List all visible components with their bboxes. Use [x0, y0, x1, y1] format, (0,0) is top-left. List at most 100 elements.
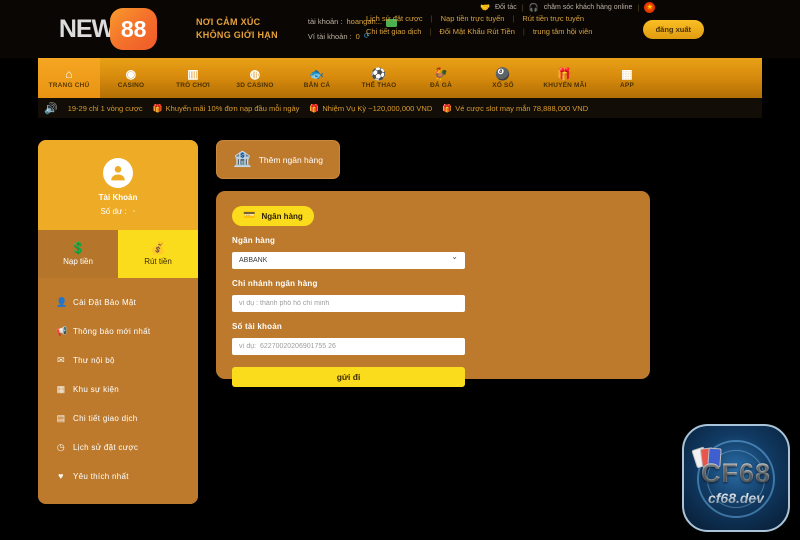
bank-select[interactable] — [232, 252, 465, 269]
wallet-action-tabs: 💲 Nạp tiền 💰 Rút tiền — [38, 230, 198, 278]
deposit-money-icon: 💲 — [70, 241, 86, 255]
bank-field-label: Ngân hàng — [232, 236, 276, 245]
nav-item-trò-chơi[interactable]: ▥ TRÒ CHƠI — [162, 58, 224, 98]
branch-field-label: Chi nhánh ngân hàng — [232, 279, 318, 288]
sidebar-tab-deposit[interactable]: 💲 Nạp tiền — [38, 230, 118, 278]
clock-icon: ◷ — [56, 442, 66, 452]
home-icon: ⌂ — [65, 66, 73, 81]
slogan-line-2: KHÔNG GIỚI HẠN — [196, 30, 278, 40]
sidebar-item-label: Thư nội bộ — [73, 356, 115, 365]
nav-item-app[interactable]: ▦ APP — [596, 58, 658, 98]
balance-label: Số dư : — [100, 207, 127, 216]
announcement-marquee: 🔊 19-29 chỉ 1 vòng cược 🎁 Khuyến mãi 10%… — [38, 98, 762, 118]
logo-badge-icon: 88 — [110, 8, 158, 50]
marquee-item-text: Nhiệm Vụ Kỳ ~120,000,000 VND — [322, 103, 433, 113]
account-title: Tài Khoản — [98, 193, 138, 202]
bank-form-panel: 💳 Ngân hàng Ngân hàng ⌄ Chi nhánh ngân h… — [216, 191, 650, 387]
sidebar-item-2[interactable]: ✉ Thư nội bộ — [38, 346, 198, 375]
account-card: Tài Khoản Số dư : ◔ — [38, 140, 198, 230]
account-number-field-label: Số tài khoản — [232, 322, 282, 331]
sidebar-item-label: Yêu thích nhất — [73, 471, 129, 481]
header-link-change-withdraw-password[interactable]: Đổi Mật Khẩu Rút Tiền — [431, 27, 522, 36]
sidebar-item-4[interactable]: ▤ Chi tiết giao dịch — [38, 404, 198, 433]
tab-bank[interactable]: 💳 Ngân hàng — [232, 206, 314, 226]
bank-add-icon: 🏦 — [233, 151, 252, 168]
top-header: NEW 88 NƠI CẢM XÚC KHÔNG GIỚI HẠN tài kh… — [0, 0, 800, 58]
nav-item-đá-gà[interactable]: 🐓 ĐÁ GÀ — [410, 58, 472, 98]
soccer-ball-icon: ⚽ — [371, 66, 387, 81]
nav-item-bắn-cá[interactable]: 🐟 BẮN CÁ — [286, 58, 348, 98]
nav-item-khuyến-mãi[interactable]: 🎁 KHUYẾN MÃI — [534, 58, 596, 98]
gift-icon: 🎁 — [152, 103, 163, 113]
utility-separator-2: | — [637, 3, 640, 12]
calendar-icon: ▦ — [56, 384, 66, 394]
sidebar-item-3[interactable]: ▦ Khu sự kiện — [38, 375, 198, 404]
nav-item-3d-casino[interactable]: ◍ 3D CASINO — [224, 58, 286, 98]
sidebar-item-label: Chi tiết giao dịch — [73, 414, 138, 423]
app-root: NEW 88 NƠI CẢM XÚC KHÔNG GIỚI HẠN tài kh… — [0, 0, 800, 540]
account-number-input[interactable] — [232, 338, 465, 355]
rooster-icon: 🐓 — [433, 66, 449, 81]
nav-item-casino[interactable]: ◉ CASINO — [100, 58, 162, 98]
header-link-bet-history[interactable]: Lịch sử đặt cược — [358, 14, 431, 23]
header-link-row-2: Chi tiết giao dịch | Đổi Mật Khẩu Rút Ti… — [358, 27, 600, 36]
sidebar-item-0[interactable]: 👤 Cài Đặt Bảo Mật — [38, 288, 198, 317]
fish-icon: 🐟 — [309, 66, 325, 81]
logout-button[interactable]: đăng xuất — [642, 20, 704, 39]
site-logo[interactable]: NEW 88 — [38, 8, 178, 50]
logo-text: NEW — [58, 14, 115, 43]
sidebar-item-label: Thông báo mới nhất — [73, 327, 151, 336]
marquee-item-text: Vé cược slot may mắn 78,888,000 VND — [455, 103, 589, 113]
sidebar-item-6[interactable]: ♥ Yêu thích nhất — [38, 462, 198, 490]
sidebar-tab-withdraw[interactable]: 💰 Rút tiền — [118, 230, 198, 278]
marquee-item: 🎁 Vé cược slot may mắn 78,888,000 VND — [442, 104, 588, 113]
gift-icon: 🎁 — [557, 66, 573, 81]
coin-icon: ◔ — [130, 207, 136, 216]
submit-button[interactable]: gửi đi — [232, 367, 465, 387]
lottery-balls-icon: 🎱 — [495, 66, 511, 81]
wallet-label: Ví tài khoản : — [307, 32, 352, 41]
marquee-item: 🎁 Nhiệm Vụ Kỳ ~120,000,000 VND — [309, 104, 432, 113]
sidebar-menu: 👤 Cài Đặt Bảo Mật 📢 Thông báo mới nhất ✉ Thư … — [38, 278, 198, 504]
sidebar-item-1[interactable]: 📢 Thông báo mới nhất — [38, 317, 198, 346]
withdraw-hand-icon: 💰 — [150, 241, 166, 255]
partner-link[interactable]: Đối tác — [495, 4, 517, 11]
bank-select-wrapper: ⌄ — [232, 249, 465, 269]
nav-item-trang-chủ[interactable]: ⌂ TRANG CHỦ — [38, 58, 100, 98]
add-bank-label: Thêm ngân hàng — [258, 154, 323, 165]
handshake-icon: 🤝 — [480, 3, 490, 12]
gift-icon: 🎁 — [442, 103, 453, 113]
nav-item-label: APP — [620, 81, 634, 89]
nav-item-xổ-số[interactable]: 🎱 XỔ SỐ — [472, 58, 534, 98]
add-bank-button[interactable]: 🏦 Thêm ngân hàng — [216, 140, 340, 179]
nav-item-label: ĐÁ GÀ — [430, 81, 452, 89]
sidebar-item-label: Khu sự kiện — [73, 385, 120, 394]
nav-item-label: 3D CASINO — [236, 81, 274, 89]
speaker-icon: 🔊 — [44, 102, 58, 115]
header-link-deposit-online[interactable]: Nạp tiền trực tuyến — [433, 14, 513, 23]
main-navigation: ⌂ TRANG CHỦ ◉ CASINO ▥ TRÒ CHƠI ◍ 3D CASINO 🐟 BẮN… — [38, 58, 762, 98]
nav-item-thể-thao[interactable]: ⚽ THỂ THAO — [348, 58, 410, 98]
header-link-member-center[interactable]: trung tâm hội viên — [525, 27, 601, 36]
header-nav-links: Lịch sử đặt cược | Nạp tiền trực tuyến |… — [358, 14, 600, 36]
support-link[interactable]: chăm sóc khách hàng online — [544, 4, 633, 11]
marquee-item-text: Khuyến mãi 10% đơn nạp đầu mỗi ngày — [165, 103, 300, 113]
vietnam-flag-icon[interactable]: ★ — [644, 2, 656, 13]
header-link-transaction-detail[interactable]: Chi tiết giao dịch — [358, 27, 429, 36]
watermark-title: CF68 — [700, 458, 772, 488]
clipboard-icon: ▤ — [56, 413, 66, 423]
grid-apps-icon: ▦ — [621, 66, 633, 81]
account-sidebar: Tài Khoản Số dư : ◔ 💲 Nạp tiền 💰 Rút tiề… — [38, 140, 198, 504]
user-shield-icon: 👤 — [56, 297, 68, 307]
header-link-withdraw-online[interactable]: Rút tiền trực tuyến — [514, 14, 592, 23]
user-avatar-icon — [103, 158, 133, 188]
utility-separator-1: | — [521, 3, 524, 12]
nav-item-label: TRÒ CHƠI — [176, 81, 210, 89]
slot-machine-icon: ▥ — [187, 66, 199, 81]
marquee-item: 19-29 chỉ 1 vòng cược — [67, 103, 143, 113]
nav-item-label: CASINO — [117, 81, 145, 89]
sidebar-item-5[interactable]: ◷ Lịch sử đặt cược — [38, 433, 198, 462]
chip-icon: ◉ — [125, 66, 137, 81]
nav-item-label: XỔ SỐ — [492, 81, 514, 89]
branch-input[interactable] — [232, 295, 465, 312]
